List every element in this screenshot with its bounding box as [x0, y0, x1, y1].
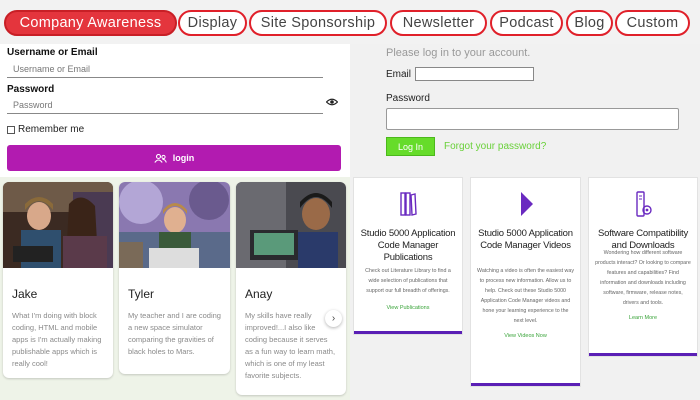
email-label: Email [386, 69, 411, 80]
password-label-secondary: Password [386, 93, 430, 104]
username-input[interactable] [7, 60, 323, 78]
resource-description: Check out Literature Library to find a w… [360, 266, 456, 296]
username-label: Username or Email [7, 47, 98, 58]
student-photo [236, 182, 346, 268]
email-input[interactable] [415, 67, 534, 81]
student-photo [3, 182, 113, 268]
student-name: Jake [12, 287, 37, 301]
login-button[interactable]: login [7, 145, 341, 171]
password-input-secondary[interactable] [386, 108, 679, 130]
student-name: Anay [245, 287, 272, 301]
resource-card-compatibility[interactable]: Software Compatibility and Downloads Won… [588, 177, 698, 357]
tab-bar: Company Awareness Display Site Sponsorsh… [0, 0, 700, 44]
student-photo [119, 182, 230, 268]
card-accent-bar [471, 383, 580, 386]
users-icon [154, 154, 167, 163]
login-hint: Please log in to your account. [386, 47, 530, 59]
resource-title: Studio 5000 Application Code Manager Vid… [475, 228, 576, 252]
tab-blog[interactable]: Blog [566, 10, 613, 36]
remember-checkbox[interactable] [7, 126, 15, 134]
student-quote: My skills have really improved!...I also… [245, 310, 337, 382]
login-button-label: login [173, 153, 195, 163]
student-name: Tyler [128, 287, 154, 301]
tab-custom[interactable]: Custom [615, 10, 690, 36]
carousel-next-button[interactable]: › [325, 310, 342, 327]
card-accent-bar [589, 353, 697, 356]
tab-site-sponsorship[interactable]: Site Sponsorship [249, 10, 387, 36]
student-quote: What I'm doing with block coding, HTML a… [12, 310, 110, 370]
student-quote: My teacher and I are coding a new space … [128, 310, 225, 358]
log-in-button[interactable]: Log In [386, 137, 435, 156]
view-publications-link[interactable]: View Publications [354, 305, 462, 311]
password-label: Password [7, 84, 54, 95]
compatibility-icon [634, 190, 652, 218]
resource-card-videos[interactable]: Studio 5000 Application Code Manager Vid… [470, 177, 581, 387]
remember-me[interactable]: Remember me [7, 124, 84, 135]
login-form-secondary: Please log in to your account. Email Pas… [350, 44, 700, 177]
resource-description: Watching a video is often the easiest wa… [477, 266, 574, 326]
view-videos-link[interactable]: View Videos Now [471, 333, 580, 339]
books-icon [399, 190, 417, 218]
resource-title: Studio 5000 Application Code Manager Pub… [358, 228, 458, 264]
login-form-primary: Username or Email Password Remember me l… [0, 44, 350, 177]
tab-company-awareness[interactable]: Company Awareness [4, 10, 177, 36]
student-testimonials: Jake What I'm doing with block coding, H… [0, 177, 350, 400]
learn-more-link[interactable]: Learn More [589, 315, 697, 321]
student-card[interactable]: Anay My skills have really improved!...I… [236, 182, 346, 395]
student-card[interactable]: Tyler My teacher and I are coding a new … [119, 182, 230, 374]
tab-display[interactable]: Display [178, 10, 247, 36]
product-resources: Studio 5000 Application Code Manager Pub… [350, 177, 700, 400]
tab-podcast[interactable]: Podcast [490, 10, 563, 36]
resource-card-publications[interactable]: Studio 5000 Application Code Manager Pub… [353, 177, 463, 335]
chevron-right-icon: › [332, 313, 335, 324]
password-input[interactable] [7, 96, 323, 114]
remember-label: Remember me [18, 124, 84, 135]
student-card[interactable]: Jake What I'm doing with block coding, H… [3, 182, 113, 378]
forgot-password-link[interactable]: Forgot your password? [444, 141, 546, 152]
play-icon [517, 190, 535, 218]
eye-icon[interactable] [326, 98, 338, 106]
tab-newsletter[interactable]: Newsletter [390, 10, 487, 36]
resource-description: Wondering how different software product… [595, 248, 691, 308]
card-accent-bar [354, 331, 462, 334]
